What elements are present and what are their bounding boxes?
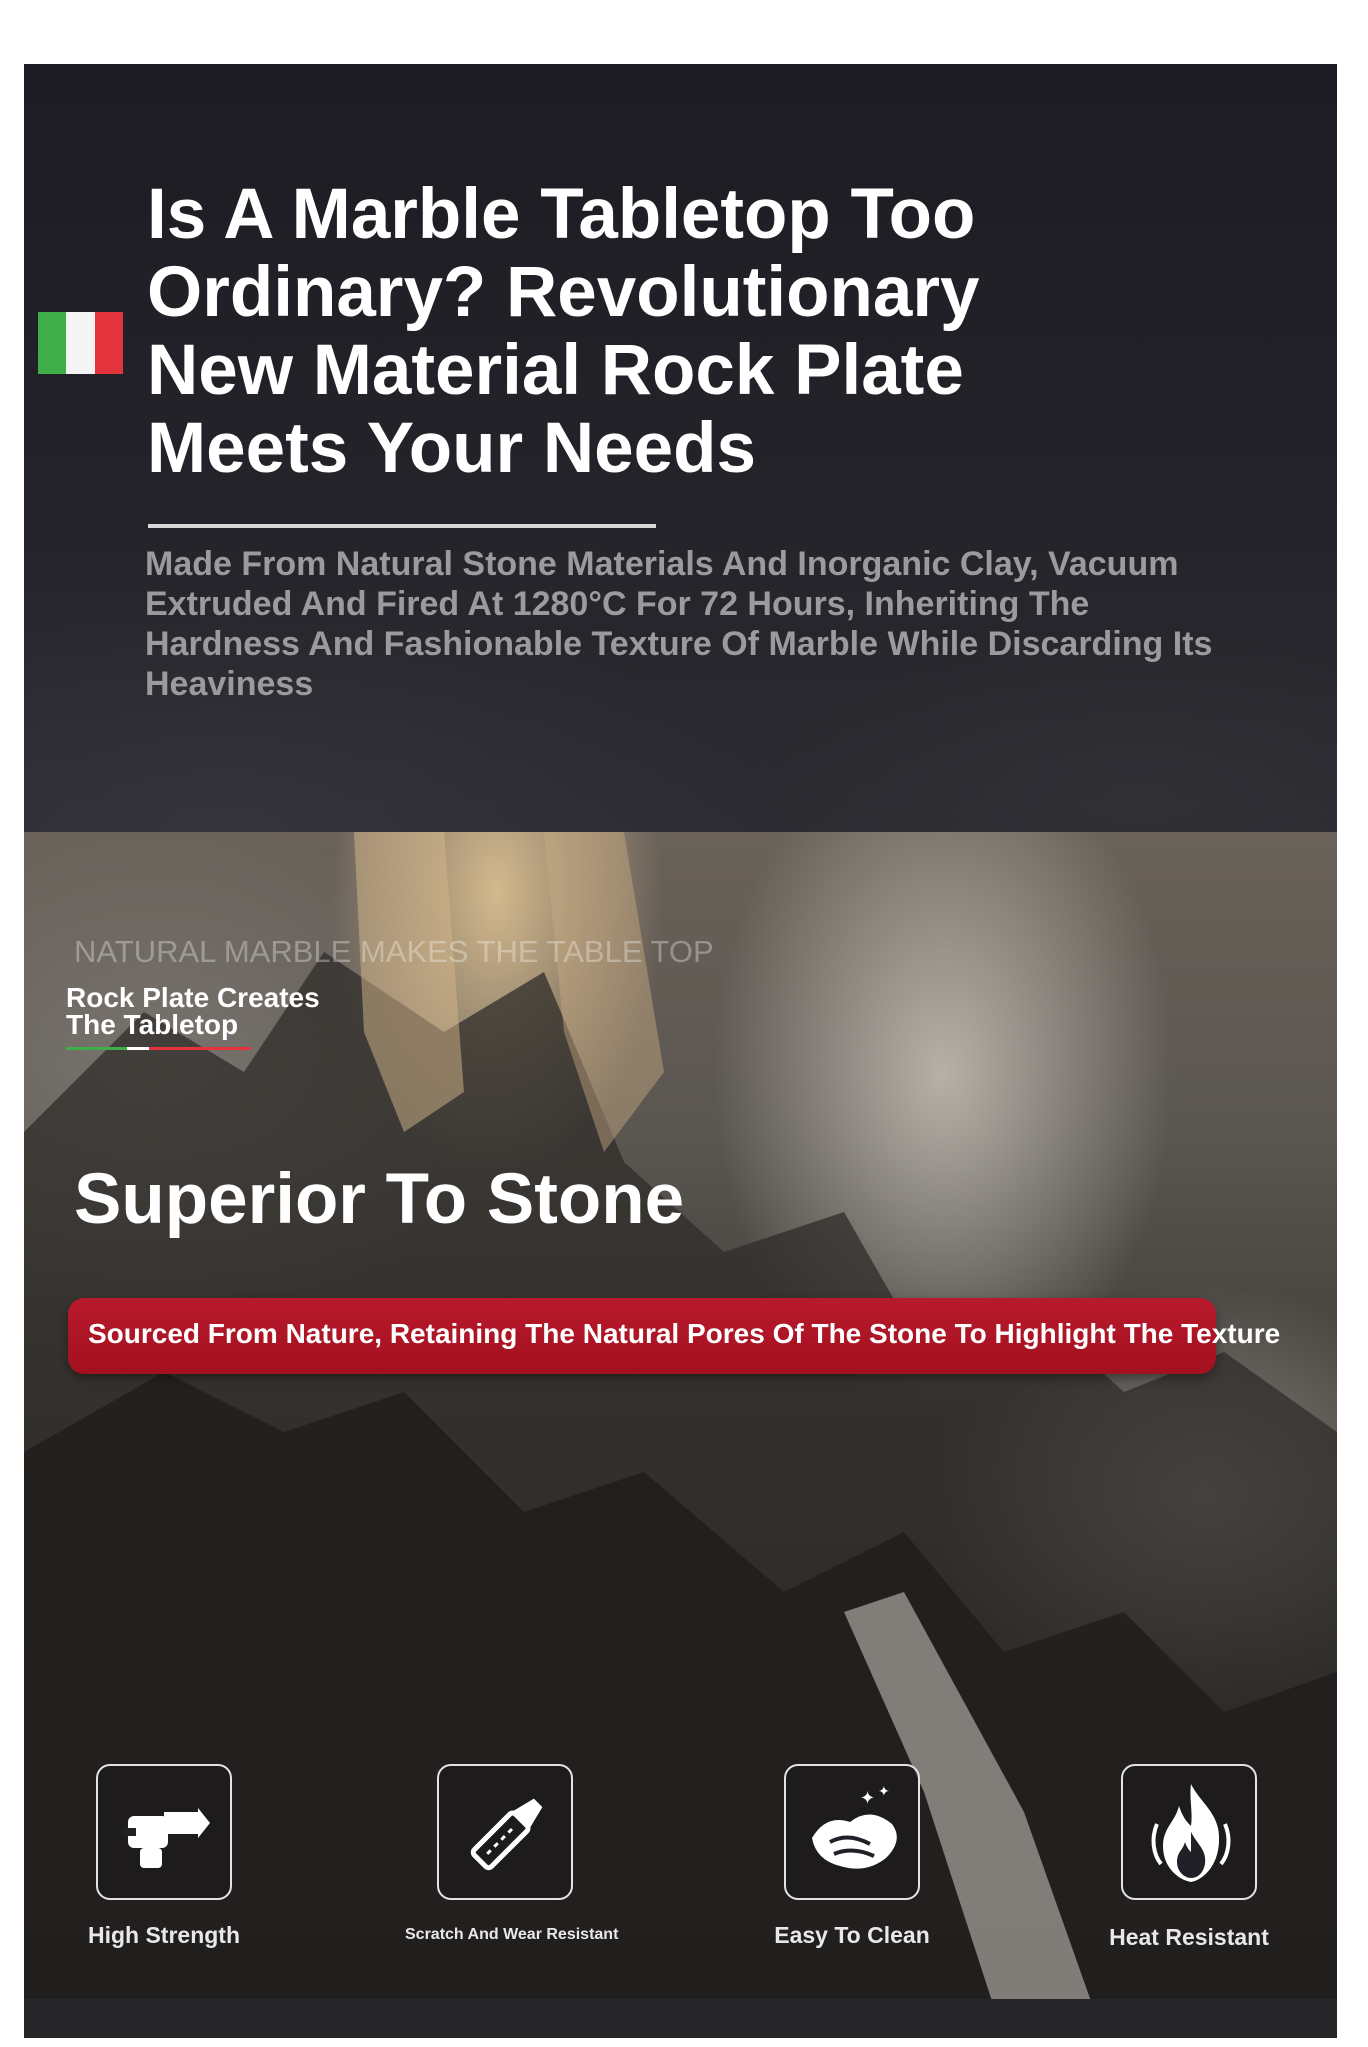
hammer-fist-icon — [96, 1764, 232, 1900]
hero-divider — [148, 524, 656, 528]
hero-description: Made From Natural Stone Materials And In… — [145, 545, 1213, 703]
cleaning-cloth-icon: ✦ ✦ — [784, 1764, 920, 1900]
svg-text:✦: ✦ — [878, 1784, 890, 1800]
brand-tagline-line-1: Rock Plate Creates — [66, 982, 320, 1013]
brand-tagline-line-2: The Tabletop — [66, 1009, 239, 1040]
ghost-watermark-text: NATURAL MARBLE MAKES THE TABLE TOP — [74, 934, 714, 969]
flame-icon — [1121, 1764, 1257, 1900]
hero-title: Is A Marble Tabletop Too Ordinary? Revol… — [147, 175, 980, 488]
svg-text:✦: ✦ — [860, 1788, 875, 1809]
feature-label-high-strength: High Strength — [87, 1922, 241, 1948]
brand-underline — [66, 1047, 251, 1050]
bottom-bar — [24, 1999, 1337, 2038]
section-title: Superior To Stone — [74, 1160, 685, 1239]
feature-label-scratch-resistant: Scratch And Wear Resistant — [405, 1926, 619, 1943]
feature-label-heat-resistant: Heat Resistant — [1109, 1924, 1269, 1950]
product-banner: Is A Marble Tabletop Too Ordinary? Revol… — [24, 64, 1337, 2038]
feature-label-easy-to-clean: Easy To Clean — [774, 1922, 930, 1948]
italian-flag-icon — [38, 312, 123, 374]
utility-knife-icon — [437, 1764, 573, 1900]
brand-tagline: Rock Plate Creates The Tabletop — [66, 982, 320, 1040]
feature-banner-text: Sourced From Nature, Retaining The Natur… — [88, 1318, 1281, 1349]
